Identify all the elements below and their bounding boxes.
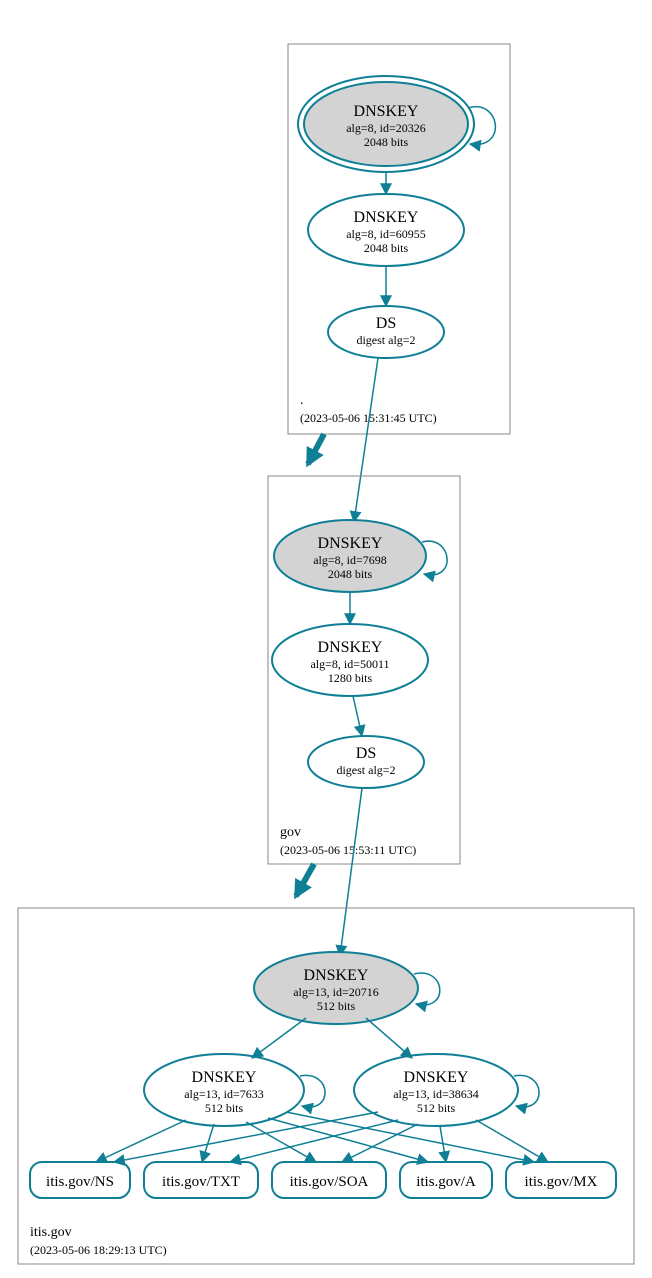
edge-itis-ksk-to-zsk-a	[252, 1018, 306, 1058]
svg-text:alg=8, id=7698: alg=8, id=7698	[313, 553, 387, 567]
svg-text:512 bits: 512 bits	[417, 1101, 456, 1115]
svg-text:alg=13, id=7633: alg=13, id=7633	[184, 1087, 264, 1101]
svg-text:DNSKEY: DNSKEY	[192, 1069, 257, 1086]
svg-text:itis.gov/A: itis.gov/A	[416, 1174, 476, 1190]
svg-text:2048 bits: 2048 bits	[364, 135, 409, 149]
svg-text:DNSKEY: DNSKEY	[354, 103, 419, 120]
edge-zone-gov-to-itis	[296, 864, 314, 896]
svg-text:alg=13, id=20716: alg=13, id=20716	[293, 985, 379, 999]
zone-gov: gov (2023-05-06 15:53:11 UTC) DNSKEY alg…	[268, 476, 460, 864]
zone-itis-name: itis.gov	[30, 1225, 72, 1240]
node-gov-ksk: DNSKEY alg=8, id=7698 2048 bits	[274, 520, 426, 592]
zone-root: . (2023-05-06 15:31:45 UTC) DNSKEY alg=8…	[288, 44, 510, 434]
svg-text:digest alg=2: digest alg=2	[336, 763, 395, 777]
zone-itis-timestamp: (2023-05-06 18:29:13 UTC)	[30, 1243, 167, 1257]
svg-text:itis.gov/NS: itis.gov/NS	[46, 1174, 114, 1190]
svg-text:DNSKEY: DNSKEY	[304, 967, 369, 984]
node-itis-ksk: DNSKEY alg=13, id=20716 512 bits	[254, 952, 418, 1024]
node-gov-ds: DS digest alg=2	[308, 736, 424, 788]
zone-root-name: .	[300, 393, 304, 408]
edge-zskb-mx	[476, 1120, 548, 1162]
svg-text:512 bits: 512 bits	[317, 999, 356, 1013]
svg-text:DS: DS	[356, 745, 376, 762]
zone-gov-timestamp: (2023-05-06 15:53:11 UTC)	[280, 843, 416, 857]
svg-text:512 bits: 512 bits	[205, 1101, 244, 1115]
svg-text:itis.gov/TXT: itis.gov/TXT	[162, 1174, 240, 1190]
node-root-ksk: DNSKEY alg=8, id=20326 2048 bits	[298, 76, 474, 172]
edge-root-ds-to-gov-ksk	[354, 358, 378, 522]
rrset-txt: itis.gov/TXT	[144, 1162, 258, 1198]
edge-zone-root-to-gov	[308, 434, 324, 464]
svg-text:itis.gov/MX: itis.gov/MX	[525, 1174, 598, 1190]
rrset-soa: itis.gov/SOA	[272, 1162, 386, 1198]
zone-itis: itis.gov (2023-05-06 18:29:13 UTC) DNSKE…	[18, 908, 634, 1264]
svg-text:alg=13, id=38634: alg=13, id=38634	[393, 1087, 479, 1101]
edge-gov-zsk-to-ds	[353, 696, 362, 736]
svg-text:DS: DS	[376, 315, 396, 332]
svg-text:2048 bits: 2048 bits	[364, 241, 409, 255]
node-itis-zsk-b: DNSKEY alg=13, id=38634 512 bits	[354, 1054, 518, 1126]
node-root-zsk: DNSKEY alg=8, id=60955 2048 bits	[308, 194, 464, 266]
edge-zska-ns	[96, 1120, 186, 1162]
svg-text:DNSKEY: DNSKEY	[318, 639, 383, 656]
svg-text:DNSKEY: DNSKEY	[404, 1069, 469, 1086]
svg-text:DNSKEY: DNSKEY	[354, 209, 419, 226]
zone-gov-name: gov	[280, 825, 301, 840]
rrset-mx: itis.gov/MX	[506, 1162, 616, 1198]
svg-text:DNSKEY: DNSKEY	[318, 535, 383, 552]
svg-text:2048 bits: 2048 bits	[328, 567, 373, 581]
edge-zskb-txt	[230, 1120, 398, 1162]
svg-text:itis.gov/SOA: itis.gov/SOA	[290, 1174, 369, 1190]
svg-text:alg=8, id=20326: alg=8, id=20326	[346, 121, 426, 135]
svg-text:1280 bits: 1280 bits	[328, 671, 373, 685]
node-root-ds: DS digest alg=2	[328, 306, 444, 358]
svg-text:digest alg=2: digest alg=2	[356, 333, 415, 347]
node-itis-zsk-a: DNSKEY alg=13, id=7633 512 bits	[144, 1054, 304, 1126]
dnssec-chain-diagram: . (2023-05-06 15:31:45 UTC) DNSKEY alg=8…	[0, 0, 652, 1278]
rrset-a: itis.gov/A	[400, 1162, 492, 1198]
svg-text:alg=8, id=60955: alg=8, id=60955	[346, 227, 426, 241]
rrset-ns: itis.gov/NS	[30, 1162, 130, 1198]
edge-itis-ksk-to-zsk-b	[366, 1018, 412, 1058]
svg-text:alg=8, id=50011: alg=8, id=50011	[310, 657, 389, 671]
edge-gov-ds-to-itis-ksk	[340, 788, 362, 956]
node-gov-zsk: DNSKEY alg=8, id=50011 1280 bits	[272, 624, 428, 696]
